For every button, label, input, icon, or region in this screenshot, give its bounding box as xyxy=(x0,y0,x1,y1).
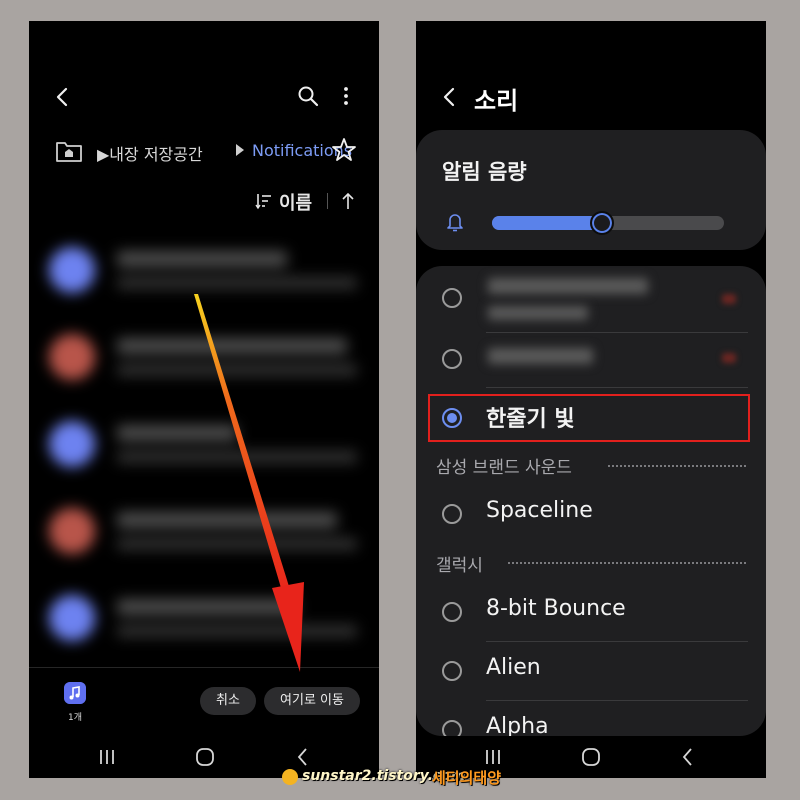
recent-apps-icon[interactable] xyxy=(482,746,504,768)
cancel-button[interactable]: 취소 xyxy=(200,687,256,715)
volume-slider[interactable] xyxy=(492,211,724,235)
sun-face-icon xyxy=(282,769,298,785)
ringtone-radio[interactable] xyxy=(442,349,462,369)
home-icon[interactable] xyxy=(194,746,216,768)
sort-control[interactable]: 이름 xyxy=(255,189,365,215)
list-item[interactable] xyxy=(29,579,379,666)
file-thumbnail xyxy=(49,421,95,467)
ringtone-radio[interactable] xyxy=(442,288,462,308)
watermark: sunstar2.tistory.com 세티의태양 xyxy=(282,766,552,790)
list-item[interactable] xyxy=(29,318,379,405)
selected-count: 1개 xyxy=(67,713,82,723)
home-icon[interactable] xyxy=(580,746,602,768)
volume-slider-thumb[interactable] xyxy=(590,211,615,235)
page-title: 소리 xyxy=(474,87,519,115)
section-galaxy: 갤럭시 xyxy=(436,556,483,576)
ringtone-radio[interactable] xyxy=(442,720,462,736)
volume-slider-fill xyxy=(492,216,602,230)
file-thumbnail xyxy=(49,334,95,380)
watermark-name: 세티의태양 xyxy=(432,769,502,787)
ringtone-spaceline[interactable]: Spaceline xyxy=(486,498,593,523)
list-item[interactable] xyxy=(29,405,379,492)
ringtone-radio[interactable] xyxy=(442,504,462,524)
bell-icon xyxy=(447,214,463,232)
sort-divider xyxy=(327,193,328,209)
music-file-icon xyxy=(64,682,86,704)
file-thumbnail xyxy=(49,508,95,554)
back-arrow-icon[interactable] xyxy=(438,85,462,109)
breadcrumb-root[interactable]: ▶내장 저장공간 xyxy=(97,141,203,165)
selection-highlight xyxy=(428,394,750,442)
file-thumbnail xyxy=(49,595,95,641)
volume-title: 알림 음량 xyxy=(442,160,527,184)
breadcrumb-chevron-icon xyxy=(236,144,244,156)
recent-apps-icon[interactable] xyxy=(96,746,118,768)
back-arrow-icon[interactable] xyxy=(51,85,75,109)
ringtone-8bit-bounce[interactable]: 8-bit Bounce xyxy=(486,596,626,621)
sort-label[interactable]: 이름 xyxy=(279,189,312,215)
search-icon[interactable] xyxy=(296,84,320,108)
more-options-icon[interactable] xyxy=(334,84,358,108)
back-icon[interactable] xyxy=(677,746,699,768)
ringtone-radio[interactable] xyxy=(442,602,462,622)
file-thumbnail xyxy=(49,247,95,293)
back-icon[interactable] xyxy=(292,746,314,768)
section-samsung-brand-sounds: 삼성 브랜드 사운드 xyxy=(436,458,572,478)
sort-ascending-icon[interactable] xyxy=(339,191,357,211)
move-here-button[interactable]: 여기로 이동 xyxy=(264,687,360,715)
notification-volume-card: 알림 음량 xyxy=(416,130,766,250)
ringtone-alpha[interactable]: Alpha xyxy=(486,714,549,736)
home-folder-icon[interactable] xyxy=(55,139,83,163)
breadcrumb: ▶내장 저장공간 Notifications xyxy=(55,137,365,165)
blurred-file-list xyxy=(29,231,379,671)
list-item[interactable] xyxy=(29,231,379,318)
ringtone-list: 한줄기 빛 삼성 브랜드 사운드 Spaceline 갤럭시 8-bit Bou… xyxy=(416,266,766,736)
ringtone-alien[interactable]: Alien xyxy=(486,655,541,680)
list-item[interactable] xyxy=(29,492,379,579)
sort-icon xyxy=(255,194,271,210)
ringtone-radio[interactable] xyxy=(442,661,462,681)
favorite-star-icon[interactable] xyxy=(331,137,357,163)
sound-settings-screen: 소리 알림 음량 한줄기 빛 삼성 브랜드 사운드 Spaceline 갤럭시 … xyxy=(416,21,766,778)
file-manager-screen: ▶내장 저장공간 Notifications 이름 1개 취소 여기로 이동 xyxy=(29,21,379,778)
